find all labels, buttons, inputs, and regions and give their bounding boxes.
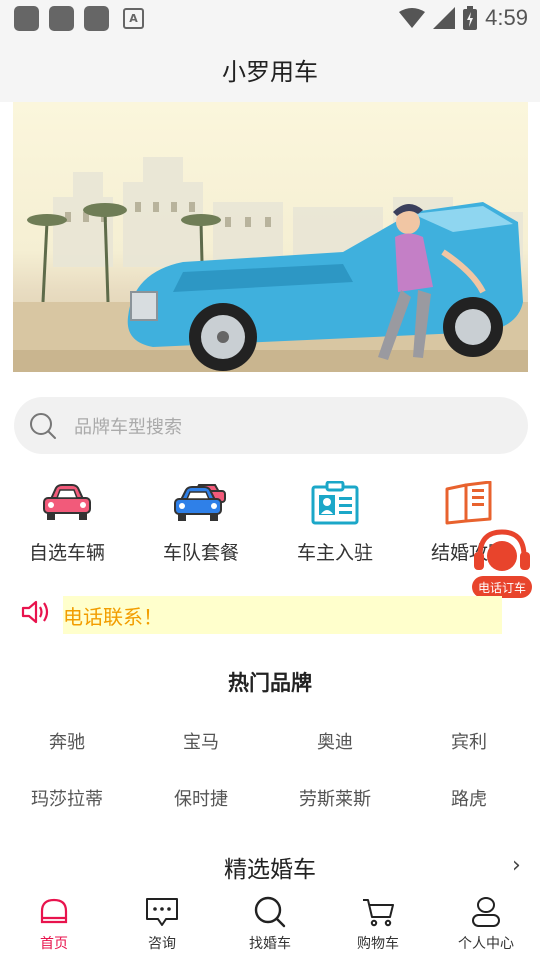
signal-icon — [433, 7, 456, 29]
brand-item[interactable]: 劳斯莱斯 — [268, 785, 402, 811]
car-icon — [43, 484, 91, 520]
search-icon — [30, 412, 56, 439]
search-bar[interactable]: 品牌车型搜索 — [14, 397, 528, 454]
phone-order-label: 电话订车 — [472, 576, 532, 598]
featured-cars-title: 精选婚车 — [224, 857, 316, 883]
fleet-icon — [174, 484, 226, 521]
brand-item[interactable]: 路虎 — [402, 785, 536, 811]
brand-item[interactable]: 宾利 — [402, 728, 536, 754]
quick-link-fleet-package[interactable]: 车队套餐 — [134, 478, 268, 565]
search-input[interactable]: 品牌车型搜索 — [74, 413, 182, 439]
quick-link-label: 车队套餐 — [162, 542, 239, 564]
notification-icons: A — [0, 5, 144, 31]
bottom-tab-bar: 首页 咨询 找婚车 购物车 个人中心 — [0, 889, 540, 960]
tab-cart[interactable]: 购物车 — [324, 895, 432, 953]
cart-icon — [363, 899, 394, 927]
quick-links: 自选车辆 车队套餐 车主入驻 结婚攻略 — [0, 478, 540, 568]
tab-home[interactable]: 首页 — [0, 895, 108, 953]
tab-label: 首页 — [40, 936, 68, 952]
brand-item[interactable]: 宝马 — [134, 728, 268, 754]
notification-icon — [14, 5, 39, 31]
tab-profile[interactable]: 个人中心 — [432, 895, 540, 953]
brand-item[interactable]: 奔驰 — [0, 728, 134, 754]
clock: 4:59 — [485, 5, 528, 30]
quick-link-select-car[interactable]: 自选车辆 — [0, 478, 134, 565]
chevron-right-icon[interactable]: › — [512, 853, 521, 878]
battery-icon — [463, 6, 478, 30]
quick-link-label: 车主入驻 — [296, 542, 373, 564]
tab-label: 咨询 — [148, 936, 176, 952]
id-card-icon — [311, 481, 359, 525]
wifi-icon — [399, 8, 426, 28]
notification-icon — [84, 5, 109, 31]
chat-icon — [146, 898, 178, 926]
notice-text: 电话联系！ — [63, 604, 163, 629]
brand-item[interactable]: 玛莎拉蒂 — [0, 785, 134, 811]
tab-label: 个人中心 — [458, 936, 514, 952]
tab-label: 找婚车 — [249, 936, 291, 952]
headset-icon — [474, 529, 530, 571]
search-icon — [254, 896, 286, 928]
status-bar: A 4:59 — [0, 0, 540, 36]
brand-item[interactable]: 保时捷 — [134, 785, 268, 811]
tab-consult[interactable]: 咨询 — [108, 895, 216, 953]
notice-banner[interactable]: 电话联系！ — [63, 596, 502, 634]
user-icon — [472, 897, 500, 927]
banner-illustration — [13, 157, 528, 372]
app-header: 小罗用车 — [0, 36, 540, 102]
tab-find-car[interactable]: 找婚车 — [216, 895, 324, 953]
quick-link-label: 自选车辆 — [28, 542, 105, 564]
book-icon — [445, 481, 492, 525]
tab-label: 购物车 — [357, 936, 399, 952]
brand-item[interactable]: 奥迪 — [268, 728, 402, 754]
home-icon — [40, 898, 68, 924]
banner-image[interactable] — [13, 102, 528, 372]
keyboard-notification-icon: A — [123, 7, 144, 29]
phone-order-button[interactable]: 电话订车 — [470, 526, 534, 602]
speaker-icon — [21, 600, 49, 624]
page-title: 小罗用车 — [222, 57, 318, 86]
notification-icon — [49, 5, 74, 31]
quick-link-owner-join[interactable]: 车主入驻 — [268, 478, 402, 565]
hot-brands-title: 热门品牌 — [228, 671, 312, 695]
